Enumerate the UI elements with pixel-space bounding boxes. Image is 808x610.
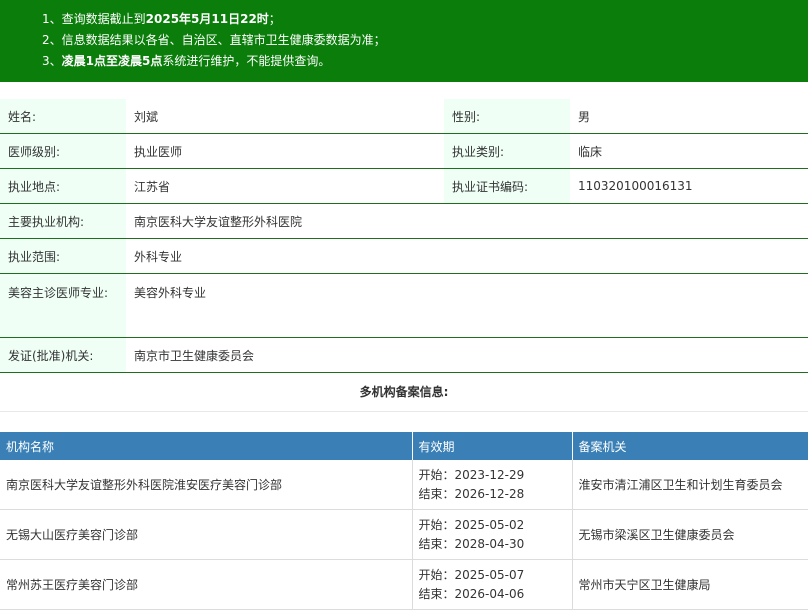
end-date: 2028-04-30: [454, 536, 525, 551]
category-label: 执业类别:: [444, 133, 570, 169]
authority: 无锡市梁溪区卫生健康委员会: [572, 509, 808, 560]
issuer-value: 南京市卫生健康委员会: [126, 337, 808, 373]
level-value: 执业医师: [126, 133, 444, 169]
level-label: 医师级别:: [0, 133, 126, 169]
validity-period: 开始：2023-12-29 结束：2026-12-28: [412, 460, 573, 510]
location-value: 江苏省: [126, 168, 444, 204]
cert-label: 执业证书编码:: [444, 168, 570, 204]
start-date: 2025-05-02: [454, 517, 525, 532]
notice-line-2: 2、信息数据结果以各省、自治区、直辖市卫生健康委数据为准；: [42, 30, 808, 51]
name-value: 刘斌: [126, 99, 444, 134]
notice-emphasis: 2025年5月11日22时: [145, 12, 269, 26]
info-row-main-org: 主要执业机构: 南京医科大学友谊整形外科医院: [0, 203, 808, 239]
notice-text: 1、查询数据截止到: [42, 12, 146, 26]
main-org-value: 南京医科大学友谊整形外科医院: [126, 203, 808, 239]
notice-line-3: 3、凌晨1点至凌晨5点系统进行维护，不能提供查询。: [42, 51, 808, 72]
scope-label: 执业范围:: [0, 238, 126, 274]
scope-value: 外科专业: [126, 238, 808, 274]
notice-text: 系统进行维护，不能提供查询。: [162, 54, 331, 68]
info-row-issuer: 发证(批准)机关: 南京市卫生健康委员会: [0, 337, 808, 373]
notice-emphasis: 凌晨1点至凌晨5点: [61, 54, 163, 68]
name-label: 姓名:: [0, 99, 126, 134]
end-label: 结束：: [418, 486, 455, 501]
authority: 常州市天宁区卫生健康局: [572, 559, 808, 610]
notice-text: 2、信息数据结果以各省、自治区、直辖市卫生健康委数据为准；: [42, 33, 386, 47]
org-name: 南京医科大学友谊整形外科医院淮安医疗美容门诊部: [0, 460, 413, 510]
org-table-header: 机构名称 有效期 备案机关: [0, 432, 808, 460]
validity-period: 开始：2025-05-07 结束：2026-04-06: [412, 559, 573, 610]
multi-org-title: 多机构备案信息:: [0, 373, 808, 412]
start-date: 2025-05-07: [454, 567, 525, 582]
end-label: 结束：: [418, 586, 455, 601]
org-name: 常州苏王医疗美容门诊部: [0, 559, 413, 610]
notice-banner: 1、查询数据截止到2025年5月11日22时； 2、信息数据结果以各省、自治区、…: [0, 0, 808, 82]
info-row-beauty: 美容主诊医师专业: 美容外科专业: [0, 273, 808, 338]
notice-text: 3、: [42, 54, 62, 68]
start-date: 2023-12-29: [454, 467, 525, 482]
end-label: 结束：: [418, 536, 455, 551]
info-row-scope: 执业范围: 外科专业: [0, 238, 808, 274]
table-row: 常州苏王医疗美容门诊部 开始：2025-05-07 结束：2026-04-06 …: [0, 559, 808, 610]
gender-label: 性别:: [444, 99, 570, 134]
beauty-label: 美容主诊医师专业:: [0, 273, 126, 338]
start-label: 开始：: [418, 517, 455, 532]
cert-value: 110320100016131: [570, 168, 808, 204]
header-validity: 有效期: [412, 432, 573, 460]
info-row-level: 医师级别: 执业医师 执业类别: 临床: [0, 133, 808, 169]
gender-value: 男: [570, 99, 808, 134]
notice-line-1: 1、查询数据截止到2025年5月11日22时；: [42, 9, 808, 30]
table-row: 无锡大山医疗美容门诊部 开始：2025-05-02 结束：2028-04-30 …: [0, 509, 808, 560]
org-name: 无锡大山医疗美容门诊部: [0, 509, 413, 560]
multi-org-table: 机构名称 有效期 备案机关 南京医科大学友谊整形外科医院淮安医疗美容门诊部 开始…: [0, 432, 808, 610]
header-authority: 备案机关: [572, 432, 808, 460]
validity-period: 开始：2025-05-02 结束：2028-04-30: [412, 509, 573, 560]
location-label: 执业地点:: [0, 168, 126, 204]
end-date: 2026-04-06: [454, 586, 525, 601]
info-row-name: 姓名: 刘斌 性别: 男: [0, 99, 808, 134]
end-date: 2026-12-28: [454, 486, 525, 501]
doctor-info-table: 姓名: 刘斌 性别: 男 医师级别: 执业医师 执业类别: 临床 执业地点: 江…: [0, 99, 808, 373]
issuer-label: 发证(批准)机关:: [0, 337, 126, 373]
main-org-label: 主要执业机构:: [0, 203, 126, 239]
start-label: 开始：: [418, 567, 455, 582]
authority: 淮安市清江浦区卫生和计划生育委员会: [572, 460, 808, 510]
info-row-location: 执业地点: 江苏省 执业证书编码: 110320100016131: [0, 168, 808, 204]
category-value: 临床: [570, 133, 808, 169]
table-row: 南京医科大学友谊整形外科医院淮安医疗美容门诊部 开始：2023-12-29 结束…: [0, 460, 808, 510]
start-label: 开始：: [418, 467, 455, 482]
beauty-value: 美容外科专业: [126, 273, 808, 338]
header-org-name: 机构名称: [0, 432, 413, 460]
notice-text: ；: [268, 12, 281, 26]
